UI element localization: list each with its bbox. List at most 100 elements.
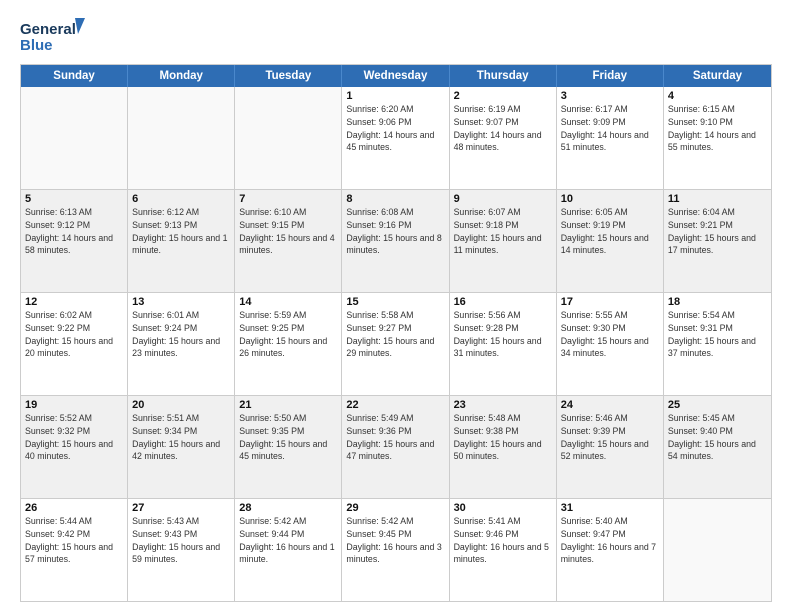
- cell-info: Sunrise: 5:52 AMSunset: 9:32 PMDaylight:…: [25, 412, 123, 463]
- cell-info: Sunrise: 5:44 AMSunset: 9:42 PMDaylight:…: [25, 515, 123, 566]
- cell-info: Sunrise: 5:51 AMSunset: 9:34 PMDaylight:…: [132, 412, 230, 463]
- cell-info: Sunrise: 5:56 AMSunset: 9:28 PMDaylight:…: [454, 309, 552, 360]
- day-number: 25: [668, 399, 767, 411]
- calendar-cell: 31Sunrise: 5:40 AMSunset: 9:47 PMDayligh…: [557, 499, 664, 601]
- calendar-body: 1Sunrise: 6:20 AMSunset: 9:06 PMDaylight…: [21, 87, 771, 601]
- cell-info: Sunrise: 5:42 AMSunset: 9:44 PMDaylight:…: [239, 515, 337, 566]
- calendar-cell: 25Sunrise: 5:45 AMSunset: 9:40 PMDayligh…: [664, 396, 771, 498]
- page: GeneralBlue SundayMondayTuesdayWednesday…: [0, 0, 792, 612]
- day-number: 29: [346, 502, 444, 514]
- cell-info: Sunrise: 5:41 AMSunset: 9:46 PMDaylight:…: [454, 515, 552, 566]
- cell-info: Sunrise: 6:05 AMSunset: 9:19 PMDaylight:…: [561, 206, 659, 257]
- day-number: 22: [346, 399, 444, 411]
- day-number: 18: [668, 296, 767, 308]
- calendar-cell: 19Sunrise: 5:52 AMSunset: 9:32 PMDayligh…: [21, 396, 128, 498]
- cell-info: Sunrise: 5:40 AMSunset: 9:47 PMDaylight:…: [561, 515, 659, 566]
- day-number: 21: [239, 399, 337, 411]
- calendar-cell: 4Sunrise: 6:15 AMSunset: 9:10 PMDaylight…: [664, 87, 771, 189]
- calendar-cell: 21Sunrise: 5:50 AMSunset: 9:35 PMDayligh…: [235, 396, 342, 498]
- calendar-cell: [235, 87, 342, 189]
- calendar-cell: 15Sunrise: 5:58 AMSunset: 9:27 PMDayligh…: [342, 293, 449, 395]
- day-number: 23: [454, 399, 552, 411]
- day-number: 24: [561, 399, 659, 411]
- cell-info: Sunrise: 5:55 AMSunset: 9:30 PMDaylight:…: [561, 309, 659, 360]
- day-number: 16: [454, 296, 552, 308]
- calendar-cell: 26Sunrise: 5:44 AMSunset: 9:42 PMDayligh…: [21, 499, 128, 601]
- cell-info: Sunrise: 6:04 AMSunset: 9:21 PMDaylight:…: [668, 206, 767, 257]
- cell-info: Sunrise: 5:46 AMSunset: 9:39 PMDaylight:…: [561, 412, 659, 463]
- day-number: 8: [346, 193, 444, 205]
- calendar-cell: 12Sunrise: 6:02 AMSunset: 9:22 PMDayligh…: [21, 293, 128, 395]
- cell-info: Sunrise: 5:45 AMSunset: 9:40 PMDaylight:…: [668, 412, 767, 463]
- header-day-monday: Monday: [128, 65, 235, 87]
- calendar-week-4: 19Sunrise: 5:52 AMSunset: 9:32 PMDayligh…: [21, 395, 771, 498]
- day-number: 31: [561, 502, 659, 514]
- header-day-tuesday: Tuesday: [235, 65, 342, 87]
- header-day-wednesday: Wednesday: [342, 65, 449, 87]
- calendar-cell: 2Sunrise: 6:19 AMSunset: 9:07 PMDaylight…: [450, 87, 557, 189]
- day-number: 27: [132, 502, 230, 514]
- header: GeneralBlue: [20, 16, 772, 56]
- calendar-cell: 5Sunrise: 6:13 AMSunset: 9:12 PMDaylight…: [21, 190, 128, 292]
- cell-info: Sunrise: 6:19 AMSunset: 9:07 PMDaylight:…: [454, 103, 552, 154]
- day-number: 17: [561, 296, 659, 308]
- day-number: 2: [454, 90, 552, 102]
- calendar-cell: 8Sunrise: 6:08 AMSunset: 9:16 PMDaylight…: [342, 190, 449, 292]
- calendar-cell: 22Sunrise: 5:49 AMSunset: 9:36 PMDayligh…: [342, 396, 449, 498]
- cell-info: Sunrise: 5:43 AMSunset: 9:43 PMDaylight:…: [132, 515, 230, 566]
- calendar-cell: 7Sunrise: 6:10 AMSunset: 9:15 PMDaylight…: [235, 190, 342, 292]
- calendar-cell: [21, 87, 128, 189]
- cell-info: Sunrise: 5:42 AMSunset: 9:45 PMDaylight:…: [346, 515, 444, 566]
- calendar-week-3: 12Sunrise: 6:02 AMSunset: 9:22 PMDayligh…: [21, 292, 771, 395]
- calendar-cell: 11Sunrise: 6:04 AMSunset: 9:21 PMDayligh…: [664, 190, 771, 292]
- cell-info: Sunrise: 6:02 AMSunset: 9:22 PMDaylight:…: [25, 309, 123, 360]
- day-number: 15: [346, 296, 444, 308]
- calendar-cell: 1Sunrise: 6:20 AMSunset: 9:06 PMDaylight…: [342, 87, 449, 189]
- calendar-cell: 20Sunrise: 5:51 AMSunset: 9:34 PMDayligh…: [128, 396, 235, 498]
- calendar-cell: 14Sunrise: 5:59 AMSunset: 9:25 PMDayligh…: [235, 293, 342, 395]
- cell-info: Sunrise: 6:17 AMSunset: 9:09 PMDaylight:…: [561, 103, 659, 154]
- calendar-cell: 24Sunrise: 5:46 AMSunset: 9:39 PMDayligh…: [557, 396, 664, 498]
- calendar-cell: 3Sunrise: 6:17 AMSunset: 9:09 PMDaylight…: [557, 87, 664, 189]
- cell-info: Sunrise: 6:15 AMSunset: 9:10 PMDaylight:…: [668, 103, 767, 154]
- calendar-cell: [664, 499, 771, 601]
- cell-info: Sunrise: 5:59 AMSunset: 9:25 PMDaylight:…: [239, 309, 337, 360]
- svg-text:Blue: Blue: [20, 37, 53, 54]
- calendar-cell: 6Sunrise: 6:12 AMSunset: 9:13 PMDaylight…: [128, 190, 235, 292]
- day-number: 12: [25, 296, 123, 308]
- calendar-cell: 27Sunrise: 5:43 AMSunset: 9:43 PMDayligh…: [128, 499, 235, 601]
- calendar-week-5: 26Sunrise: 5:44 AMSunset: 9:42 PMDayligh…: [21, 498, 771, 601]
- calendar-week-2: 5Sunrise: 6:13 AMSunset: 9:12 PMDaylight…: [21, 189, 771, 292]
- calendar-cell: 13Sunrise: 6:01 AMSunset: 9:24 PMDayligh…: [128, 293, 235, 395]
- header-day-saturday: Saturday: [664, 65, 771, 87]
- header-day-friday: Friday: [557, 65, 664, 87]
- day-number: 11: [668, 193, 767, 205]
- cell-info: Sunrise: 6:07 AMSunset: 9:18 PMDaylight:…: [454, 206, 552, 257]
- day-number: 28: [239, 502, 337, 514]
- day-number: 30: [454, 502, 552, 514]
- calendar-cell: 29Sunrise: 5:42 AMSunset: 9:45 PMDayligh…: [342, 499, 449, 601]
- day-number: 9: [454, 193, 552, 205]
- cell-info: Sunrise: 6:10 AMSunset: 9:15 PMDaylight:…: [239, 206, 337, 257]
- day-number: 7: [239, 193, 337, 205]
- calendar-cell: 18Sunrise: 5:54 AMSunset: 9:31 PMDayligh…: [664, 293, 771, 395]
- day-number: 5: [25, 193, 123, 205]
- cell-info: Sunrise: 5:50 AMSunset: 9:35 PMDaylight:…: [239, 412, 337, 463]
- cell-info: Sunrise: 6:13 AMSunset: 9:12 PMDaylight:…: [25, 206, 123, 257]
- day-number: 20: [132, 399, 230, 411]
- cell-info: Sunrise: 6:20 AMSunset: 9:06 PMDaylight:…: [346, 103, 444, 154]
- cell-info: Sunrise: 5:49 AMSunset: 9:36 PMDaylight:…: [346, 412, 444, 463]
- cell-info: Sunrise: 5:54 AMSunset: 9:31 PMDaylight:…: [668, 309, 767, 360]
- day-number: 19: [25, 399, 123, 411]
- day-number: 26: [25, 502, 123, 514]
- svg-text:General: General: [20, 21, 76, 38]
- calendar-header: SundayMondayTuesdayWednesdayThursdayFrid…: [21, 65, 771, 87]
- day-number: 6: [132, 193, 230, 205]
- calendar-week-1: 1Sunrise: 6:20 AMSunset: 9:06 PMDaylight…: [21, 87, 771, 189]
- cell-info: Sunrise: 6:01 AMSunset: 9:24 PMDaylight:…: [132, 309, 230, 360]
- calendar-cell: 10Sunrise: 6:05 AMSunset: 9:19 PMDayligh…: [557, 190, 664, 292]
- cell-info: Sunrise: 5:48 AMSunset: 9:38 PMDaylight:…: [454, 412, 552, 463]
- day-number: 1: [346, 90, 444, 102]
- header-day-sunday: Sunday: [21, 65, 128, 87]
- logo: GeneralBlue: [20, 16, 90, 56]
